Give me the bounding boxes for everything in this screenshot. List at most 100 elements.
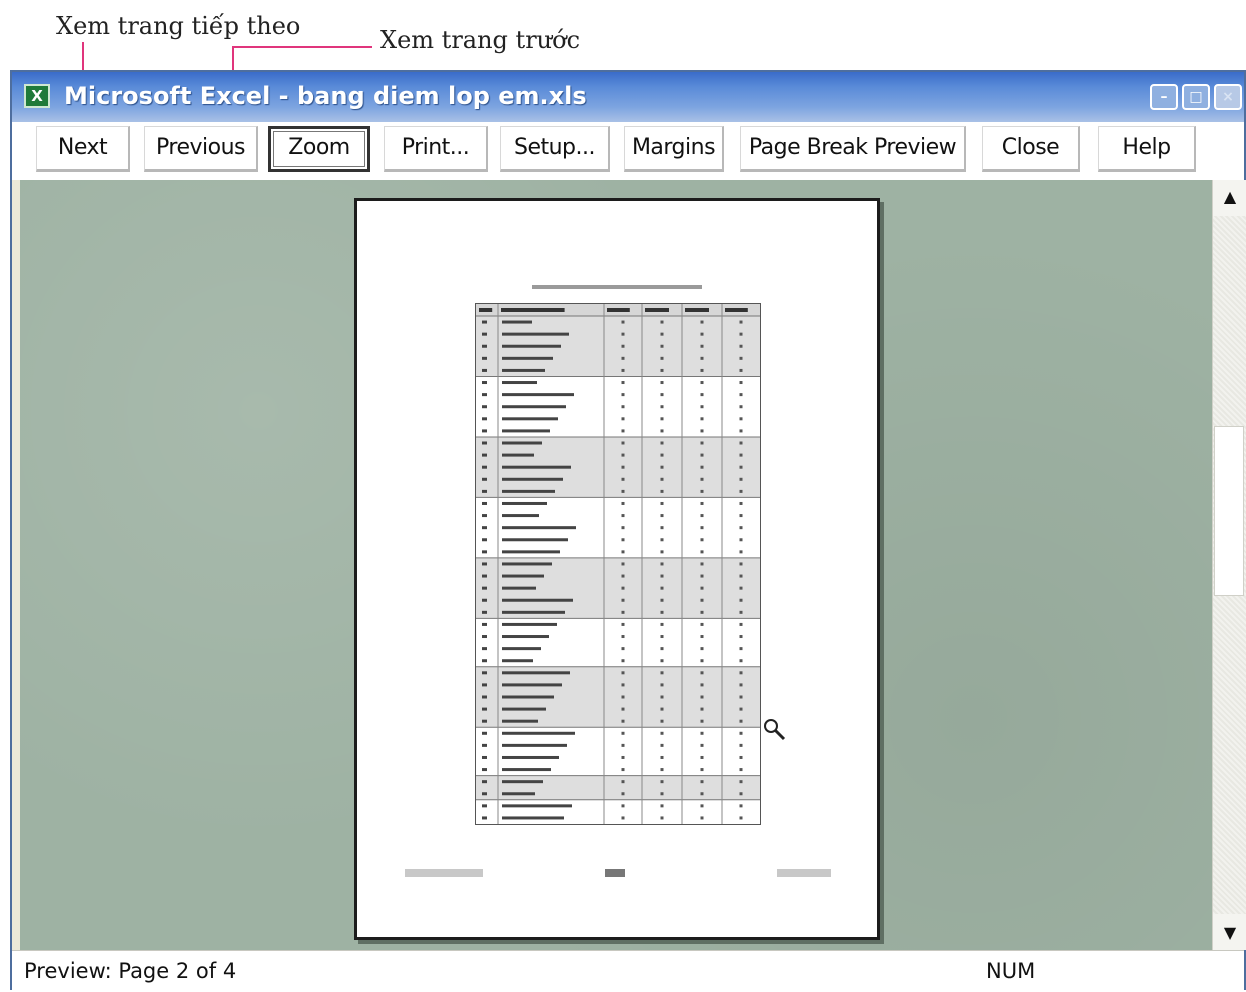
sheet-row-number — [482, 550, 487, 554]
sheet-row-score — [621, 707, 625, 711]
title-bar[interactable]: X Microsoft Excel - bang diem lop em.xls… — [12, 72, 1244, 122]
sheet-row-number — [482, 429, 487, 433]
sheet-row-number — [482, 635, 487, 639]
sheet-row-name — [502, 489, 555, 493]
preview-page[interactable] — [354, 198, 880, 940]
sheet-row-score — [660, 489, 664, 493]
help-button[interactable]: Help — [1098, 126, 1196, 172]
sheet-row-score — [700, 586, 704, 590]
scroll-thumb[interactable] — [1214, 426, 1244, 596]
sheet-row-score — [739, 719, 743, 723]
scroll-up-arrow-icon[interactable]: ▲ — [1215, 182, 1245, 212]
sheet-row-score — [700, 453, 704, 457]
close-window-button[interactable]: × — [1214, 84, 1242, 110]
sheet-row-score — [621, 344, 625, 348]
sheet-row-name — [502, 719, 538, 723]
sheet-row-score — [739, 659, 743, 663]
sheet-row-score — [700, 538, 704, 542]
sheet-row-name — [502, 635, 549, 639]
sheet-row-score — [700, 816, 704, 820]
sheet-row-score — [700, 622, 704, 626]
sheet-row-score — [700, 804, 704, 808]
magnifier-icon — [764, 719, 786, 741]
sheet-row-number — [482, 453, 487, 457]
print-button[interactable]: Print... — [384, 126, 488, 172]
scroll-down-arrow-icon[interactable]: ▼ — [1215, 918, 1245, 948]
sheet-row-score — [621, 635, 625, 639]
sheet-row-number — [482, 332, 487, 336]
sheet-row-number — [482, 695, 487, 699]
sheet-row-score — [660, 417, 664, 421]
sheet-row-score — [660, 671, 664, 675]
sheet-row-name — [502, 368, 545, 372]
sheet-row-score — [660, 780, 664, 784]
sheet-row-name — [502, 659, 533, 663]
status-page-indicator: Preview: Page 2 of 4 — [24, 959, 237, 983]
sheet-row-score — [700, 768, 704, 772]
sheet-row-score — [621, 719, 625, 723]
sheet-row-score — [621, 332, 625, 336]
sheet-row-number — [482, 441, 487, 445]
sheet-row-name — [502, 671, 570, 675]
window-title: Microsoft Excel - bang diem lop em.xls — [64, 82, 587, 110]
margins-button[interactable]: Margins — [624, 126, 724, 172]
preview-canvas[interactable] — [20, 180, 1212, 950]
minimize-button[interactable]: – — [1150, 84, 1178, 110]
sheet-row-score — [621, 368, 625, 372]
sheet-row-score — [660, 804, 664, 808]
sheet-row-score — [739, 453, 743, 457]
sheet-row-score — [700, 477, 704, 481]
sheet-row-name — [502, 816, 564, 820]
page-break-preview-button[interactable]: Page Break Preview — [740, 126, 966, 172]
sheet-row-score — [739, 381, 743, 385]
sheet-row-score — [660, 514, 664, 518]
sheet-row-score — [739, 514, 743, 518]
page-footer-left — [405, 869, 483, 877]
sheet-row-score — [700, 550, 704, 554]
scroll-track[interactable] — [1213, 216, 1246, 914]
sheet-row-score — [739, 695, 743, 699]
sheet-row-name — [502, 514, 539, 518]
sheet-row-score — [660, 344, 664, 348]
maximize-button[interactable]: □ — [1182, 84, 1210, 110]
sheet-row-name — [502, 381, 537, 385]
sheet-row-number — [482, 417, 487, 421]
sheet-row-score — [621, 453, 625, 457]
sheet-row-score — [660, 368, 664, 372]
setup-button[interactable]: Setup... — [500, 126, 610, 172]
sheet-row-number — [482, 816, 487, 820]
sheet-row-score — [739, 405, 743, 409]
sheet-row-score — [621, 538, 625, 542]
sheet-row-score — [621, 381, 625, 385]
vertical-scrollbar[interactable]: ▲ ▼ — [1212, 180, 1246, 950]
sheet-row-score — [739, 647, 743, 651]
zoom-button[interactable]: Zoom — [268, 126, 370, 172]
sheet-row-score — [660, 792, 664, 796]
sheet-row-score — [621, 659, 625, 663]
close-preview-button[interactable]: Close — [982, 126, 1080, 172]
sheet-row-score — [739, 368, 743, 372]
sheet-row-score — [700, 489, 704, 493]
previous-button[interactable]: Previous — [144, 126, 258, 172]
sheet-row-score — [739, 780, 743, 784]
next-button[interactable]: Next — [36, 126, 130, 172]
sheet-row-score — [621, 647, 625, 651]
annotation-previous-line-h — [232, 46, 372, 48]
sheet-row-score — [739, 538, 743, 542]
sheet-row-score — [660, 683, 664, 687]
page-footer-center — [605, 869, 625, 877]
sheet-row-score — [621, 731, 625, 735]
page-footer-right — [777, 869, 831, 877]
sheet-row-score — [621, 598, 625, 602]
sheet-row-score — [700, 501, 704, 505]
sheet-row-score — [621, 320, 625, 324]
sheet-row-score — [660, 695, 664, 699]
sheet-row-score — [660, 719, 664, 723]
sheet-row-name — [502, 320, 532, 324]
sheet-row-score — [700, 719, 704, 723]
sheet-row-number — [482, 719, 487, 723]
excel-app-icon[interactable]: X — [24, 84, 50, 108]
sheet-row-name — [502, 332, 569, 336]
sheet-row-score — [660, 381, 664, 385]
sheet-row-score — [700, 647, 704, 651]
